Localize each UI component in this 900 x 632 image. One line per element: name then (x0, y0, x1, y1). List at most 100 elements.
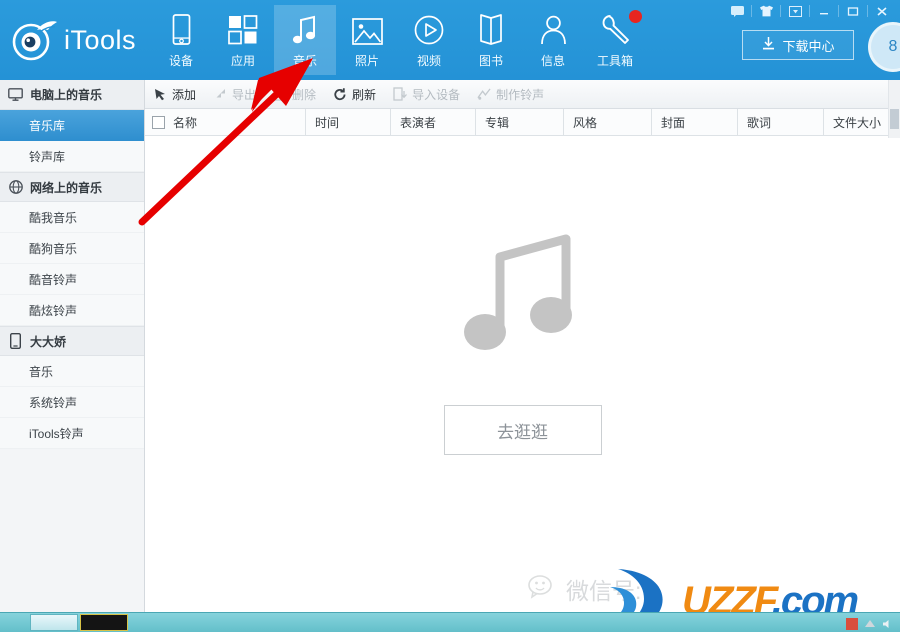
itools-eye-logo-icon (10, 18, 60, 62)
import-device-icon (393, 87, 408, 101)
maximize-icon[interactable] (839, 0, 867, 22)
taskbar-item-media[interactable] (80, 614, 128, 631)
column-label: 歌词 (747, 115, 772, 130)
tray-notify-icon[interactable] (846, 617, 858, 630)
column-header-filesize[interactable]: 文件大小 (823, 109, 898, 135)
close-icon[interactable] (868, 0, 896, 22)
select-all-checkbox[interactable] (152, 115, 165, 129)
empty-state: 去逛逛 (145, 136, 900, 612)
column-header-name[interactable]: 名称 (145, 109, 305, 135)
sidebar-item-system-ringtone[interactable]: 系统铃声 (0, 387, 144, 418)
toolbar-label: 添加 (172, 87, 197, 102)
globe-icon (8, 180, 23, 195)
sidebar-group-label: 网络上的音乐 (30, 180, 103, 195)
sidebar-item-label: 酷炫铃声 (29, 303, 78, 318)
delete-icon (273, 87, 287, 101)
book-icon (479, 11, 504, 45)
tab-label: 音乐 (292, 54, 317, 68)
tab-label: 信息 (540, 54, 565, 68)
sidebar-item-label: 铃声库 (29, 149, 66, 164)
notification-badge (629, 10, 642, 23)
toolbar-label: 刷新 (352, 87, 377, 102)
tab-messages[interactable]: 信息 (522, 5, 584, 75)
avatar-text: 8 (888, 38, 898, 55)
tab-device[interactable]: 设备 (150, 5, 212, 75)
main-nav-tabs: 设备 应用 音乐 照片 视频 图书 信息 工具箱 (150, 5, 646, 77)
tray-volume-icon[interactable] (882, 617, 894, 629)
tab-video[interactable]: 视频 (398, 5, 460, 75)
toolbar-delete-button[interactable]: 删除 (273, 86, 316, 103)
sidebar-item-kuxuan-ringtone[interactable]: 酷炫铃声 (0, 295, 144, 326)
person-icon (540, 11, 567, 45)
tab-apps[interactable]: 应用 (212, 5, 274, 75)
go-browse-button[interactable]: 去逛逛 (443, 405, 602, 455)
toolbar-import-device-button[interactable]: 导入设备 (393, 86, 460, 103)
table-column-headers: 名称 时间 表演者 专辑 风格 封面 歌词 文件大小 (145, 109, 900, 136)
window-body: 电脑上的音乐 音乐库 铃声库 网络上的音乐 酷我音乐 酷狗音乐 酷音铃声 酷炫铃… (0, 80, 900, 612)
content-toolbar: 添加 导出 删除 刷新 导入设备 制作铃声 (145, 80, 900, 109)
column-header-album[interactable]: 专辑 (475, 109, 563, 135)
taskbar-item-browser[interactable] (30, 614, 78, 631)
sidebar-item-label: 酷音铃声 (29, 272, 78, 287)
video-play-icon (414, 11, 444, 45)
sidebar-item-kuwo[interactable]: 酷我音乐 (0, 202, 144, 233)
download-center-button[interactable]: 下载中心 (742, 30, 854, 60)
sidebar-item-label: iTools铃声 (29, 426, 84, 441)
tab-label: 照片 (354, 54, 379, 68)
sidebar-item-label: 酷我音乐 (29, 210, 78, 225)
user-avatar[interactable]: 8 (868, 22, 900, 72)
column-label: 风格 (573, 115, 598, 130)
column-header-lyrics[interactable]: 歌词 (737, 109, 823, 135)
sidebar-item-music-library[interactable]: 音乐库 (0, 110, 144, 141)
tab-music[interactable]: 音乐 (274, 5, 336, 75)
refresh-icon (333, 87, 347, 101)
download-icon (761, 36, 776, 54)
sidebar-group-label: 大大娇 (30, 334, 67, 349)
scrollbar-thumb[interactable] (890, 109, 899, 129)
toolbar-add-button[interactable]: 添加 (153, 86, 196, 103)
toolbar-label: 制作铃声 (496, 87, 545, 102)
tab-books[interactable]: 图书 (460, 5, 522, 75)
apps-grid-icon (228, 11, 258, 45)
sidebar-group-local-music: 电脑上的音乐 (0, 80, 144, 110)
column-header-cover[interactable]: 封面 (651, 109, 737, 135)
toolbar-make-ringtone-button[interactable]: 制作铃声 (477, 86, 544, 103)
tab-toolbox[interactable]: 工具箱 (584, 5, 646, 75)
tab-label: 图书 (478, 54, 503, 68)
toolbar-refresh-button[interactable]: 刷新 (333, 86, 376, 103)
chevron-down-box-icon[interactable] (781, 0, 809, 22)
tray-network-icon[interactable] (864, 617, 876, 629)
column-label: 专辑 (485, 115, 510, 130)
titlebar-navbar: iTools 设备 应用 音乐 照片 视频 图书 信息 工具箱 下载中心 8 (0, 0, 900, 80)
column-label: 文件大小 (833, 115, 882, 130)
sidebar-item-ringtone-library[interactable]: 铃声库 (0, 141, 144, 172)
system-tray (846, 615, 894, 631)
column-label: 封面 (661, 115, 686, 130)
sidebar-item-kugou[interactable]: 酷狗音乐 (0, 233, 144, 264)
music-note-icon (291, 11, 319, 45)
sidebar-item-itools-ringtone[interactable]: iTools铃声 (0, 418, 144, 449)
column-label: 时间 (315, 115, 340, 130)
tab-label: 应用 (230, 54, 255, 68)
monitor-icon (8, 87, 23, 102)
column-header-time[interactable]: 时间 (305, 109, 390, 135)
device-icon (170, 11, 193, 45)
minimize-icon[interactable] (810, 0, 838, 22)
feedback-icon[interactable] (723, 0, 751, 22)
add-arrow-icon (153, 87, 167, 101)
window-controls (723, 0, 896, 22)
sidebar-group-label: 电脑上的音乐 (30, 88, 103, 102)
sidebar-item-kuyin-ringtone[interactable]: 酷音铃声 (0, 264, 144, 295)
vertical-scrollbar[interactable] (888, 80, 900, 138)
app-logo: iTools (10, 14, 136, 66)
photo-icon (351, 11, 383, 45)
toolbar-export-button[interactable]: 导出 (213, 86, 256, 103)
sidebar-item-device-music[interactable]: 音乐 (0, 356, 144, 387)
tab-photos[interactable]: 照片 (336, 5, 398, 75)
toolbar-label: 导出 (232, 87, 257, 102)
sidebar-item-label: 音乐库 (29, 118, 66, 133)
column-header-genre[interactable]: 风格 (563, 109, 651, 135)
sidebar-item-label: 系统铃声 (29, 395, 78, 410)
column-header-artist[interactable]: 表演者 (390, 109, 475, 135)
tshirt-icon[interactable] (752, 0, 780, 22)
